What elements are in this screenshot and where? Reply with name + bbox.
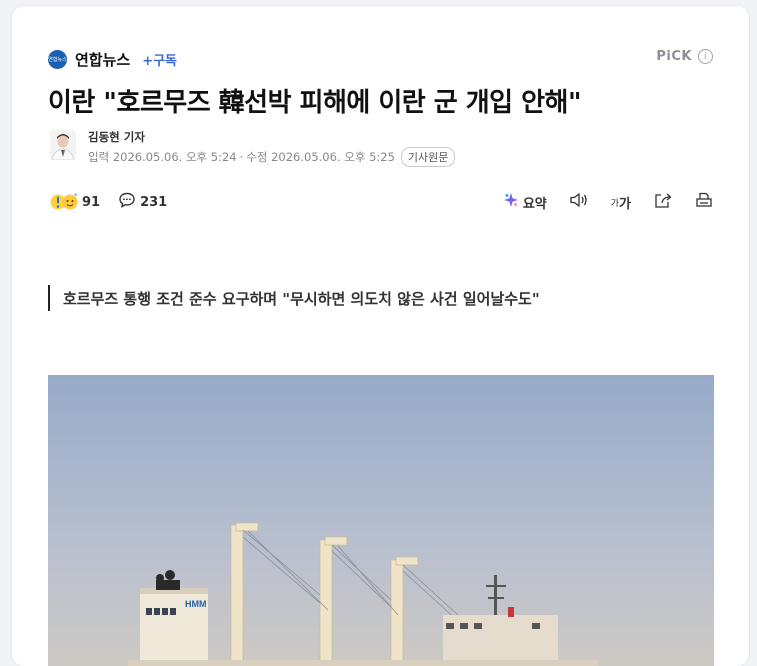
modified-date: 수정 2026.05.06. 오후 5:25 bbox=[246, 150, 395, 164]
subscribe-button[interactable]: +구독 bbox=[142, 50, 177, 69]
date-separator: · bbox=[239, 150, 244, 164]
print-button[interactable] bbox=[695, 191, 713, 213]
article-card: 연합뉴스 연합뉴스 +구독 PiCK i 이란 "호르무즈 韓선박 피해에 이란… bbox=[12, 6, 749, 666]
original-article-button[interactable]: 기사원문 bbox=[400, 147, 456, 167]
info-icon[interactable]: i bbox=[698, 49, 713, 64]
article-toolbar: 91 231 요약 가가 bbox=[48, 191, 713, 213]
listen-button[interactable] bbox=[569, 191, 589, 213]
published-date: 입력 2026.05.06. 오후 5:24 bbox=[88, 150, 237, 164]
press-row: 연합뉴스 연합뉴스 +구독 bbox=[48, 48, 177, 70]
summary-sparkle-icon bbox=[503, 192, 519, 212]
press-name[interactable]: 연합뉴스 bbox=[75, 49, 130, 70]
font-large-label: 가 bbox=[619, 196, 631, 212]
font-size-button[interactable]: 가가 bbox=[611, 193, 631, 212]
reaction-count: 91 bbox=[82, 194, 101, 210]
reporter-avatar[interactable] bbox=[50, 130, 76, 160]
ship-marking: HMM bbox=[185, 599, 207, 609]
reporter-name[interactable]: 김동현 기자 bbox=[88, 130, 455, 144]
article-photo[interactable]: HMM bbox=[48, 375, 714, 666]
article-dates: 입력 2026.05.06. 오후 5:24 · 수정 2026.05.06. … bbox=[88, 147, 456, 167]
summary-button[interactable]: 요약 bbox=[503, 192, 547, 212]
press-logo[interactable]: 연합뉴스 bbox=[48, 49, 67, 69]
comment-icon bbox=[118, 191, 136, 213]
share-icon bbox=[653, 191, 673, 213]
pick-badge[interactable]: PiCK i bbox=[656, 49, 713, 64]
print-icon bbox=[695, 191, 713, 213]
comment-count: 231 bbox=[140, 194, 168, 210]
article-subhead: 호르무즈 통행 조건 준수 요구하며 "무시하면 의도치 않은 사건 일어날수도… bbox=[48, 285, 540, 311]
speaker-icon bbox=[569, 191, 589, 213]
tool-group: 요약 가가 bbox=[481, 191, 713, 213]
font-small-label: 가 bbox=[610, 198, 620, 209]
press-logo-text: 연합뉴스 bbox=[48, 56, 67, 63]
article-headline: 이란 "호르무즈 韓선박 피해에 이란 군 개입 안해" bbox=[48, 88, 582, 118]
pick-label: PiCK bbox=[656, 49, 692, 64]
share-button[interactable] bbox=[653, 191, 673, 213]
reporter-info: 김동현 기자 입력 2026.05.06. 오후 5:24 · 수정 2026.… bbox=[50, 130, 456, 167]
reaction-emoji-icon bbox=[48, 192, 82, 212]
reaction-button[interactable]: 91 bbox=[48, 192, 100, 212]
comment-button[interactable]: 231 bbox=[118, 191, 167, 213]
summary-label: 요약 bbox=[522, 196, 547, 212]
